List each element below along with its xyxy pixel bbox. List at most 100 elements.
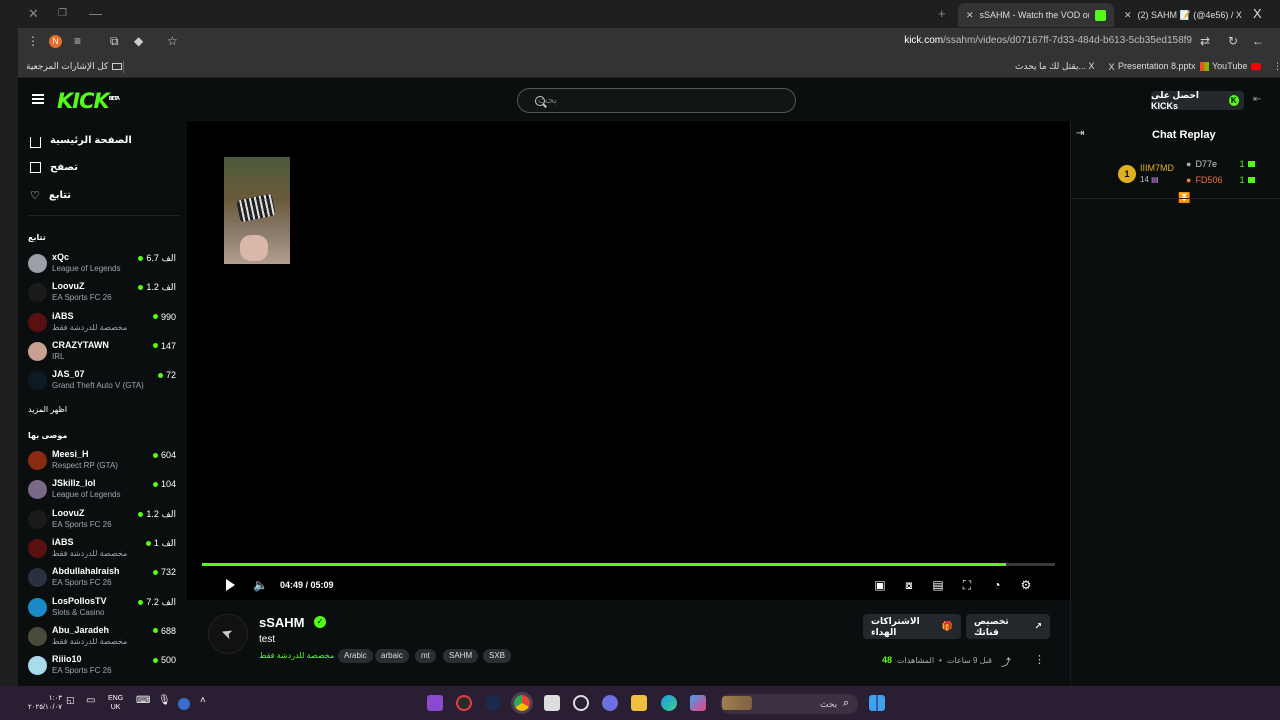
app-icon-davinci[interactable] bbox=[456, 695, 472, 711]
channel-row[interactable]: CRAZYTAWN IRL 147 bbox=[28, 340, 178, 366]
bookmark-all[interactable]: كل الإشارات المرجعية bbox=[26, 61, 123, 72]
taskbar-search-text: بحث bbox=[820, 699, 838, 709]
nav-browse[interactable]: تصفح bbox=[30, 162, 78, 173]
share-icon[interactable]: ⤴ bbox=[1001, 654, 1011, 669]
viewer-count: 72 bbox=[157, 370, 176, 380]
hamburger-menu-icon[interactable] bbox=[32, 94, 44, 104]
play-icon[interactable] bbox=[226, 579, 235, 591]
tag-chip[interactable]: SAHM bbox=[443, 649, 479, 663]
collapse-sidebar-icon[interactable]: ⇤ bbox=[1253, 94, 1261, 105]
video-player[interactable] bbox=[187, 121, 1070, 600]
viewer-count-value: 7.2 الف bbox=[146, 596, 176, 607]
vod-category[interactable]: مخصصة للدردشة فقط bbox=[259, 651, 334, 660]
channel-row[interactable]: Riiio10 EA Sports FC 26 500 bbox=[28, 654, 178, 680]
leaderboard-top-gifter[interactable]: 1 IIIM7MD 14 ▤ bbox=[1118, 163, 1174, 184]
channel-row[interactable]: Abdullahalraish EA Sports FC 26 732 bbox=[28, 566, 178, 592]
taskbar-clock[interactable]: ١:٠٣ ٢٠٢٥/١٠/٠٧ bbox=[28, 694, 62, 712]
extensions-icon[interactable]: ⧉ bbox=[110, 34, 119, 49]
back-icon[interactable]: ← bbox=[1252, 34, 1264, 48]
chat-collapse-icon[interactable]: ⇥ bbox=[1076, 128, 1088, 139]
tab-kick-vod[interactable]: ✕ sSAHM - Watch the VOD on Ki... bbox=[958, 3, 1114, 27]
settings-icon[interactable] bbox=[573, 695, 589, 711]
close-tab-icon[interactable]: ✕ bbox=[966, 10, 974, 21]
close-tab-icon[interactable]: ✕ bbox=[1124, 10, 1132, 21]
leaderboard-entry[interactable]: ● D77e 1 bbox=[1186, 159, 1256, 169]
tag-chip[interactable]: Arabic bbox=[338, 649, 373, 663]
edge-icon[interactable] bbox=[661, 695, 677, 711]
bookmark-star-icon[interactable]: ☆ bbox=[167, 34, 178, 48]
bookmarks-more-icon[interactable]: ⋮ bbox=[1273, 61, 1280, 72]
channel-row[interactable]: iABS مخصصة للدردشة فقط 990 bbox=[28, 311, 178, 337]
restore-window-icon[interactable]: ❐ bbox=[58, 8, 67, 19]
mic-icon[interactable]: 🎙 bbox=[158, 695, 174, 711]
streamer-name[interactable]: sSAHM bbox=[259, 615, 305, 630]
minimize-window-icon[interactable]: — bbox=[89, 6, 102, 21]
live-dot-icon bbox=[152, 657, 158, 663]
profile-avatar[interactable]: N bbox=[49, 35, 62, 48]
tag-chip[interactable]: arbaic bbox=[375, 649, 409, 663]
channel-row[interactable]: Abu_Jaradeh مخصصة للدردشة فقط 688 bbox=[28, 625, 178, 651]
site-settings-icon[interactable]: ⇄ bbox=[1200, 34, 1210, 48]
pip-icon[interactable]: ▣ bbox=[873, 578, 887, 592]
windows-start-icon[interactable] bbox=[869, 695, 885, 711]
tag-chip[interactable]: mt bbox=[415, 649, 436, 663]
customize-channel-button[interactable]: تخصيص قناتك ↗ bbox=[966, 614, 1050, 639]
bookmark-x-post[interactable]: يقتل لك ما يحدث... X X bbox=[1015, 61, 1115, 72]
progress-bar[interactable] bbox=[202, 563, 1055, 566]
meta-dot: • bbox=[939, 655, 942, 665]
new-tab-icon[interactable]: + bbox=[938, 6, 946, 21]
gift-subs-button[interactable]: الاشتراكات الهداء 🎁 bbox=[863, 614, 961, 639]
tag-chip[interactable]: SXB bbox=[483, 649, 512, 663]
theater-mode-icon[interactable]: ▤ bbox=[931, 578, 945, 592]
url-text[interactable]: kick.com/ssahm/videos/d07167ff-7d33-484d… bbox=[904, 35, 1192, 46]
search-input[interactable] bbox=[538, 95, 738, 106]
onedrive-icon[interactable] bbox=[178, 698, 190, 710]
nav-following[interactable]: ♡ تتابع bbox=[30, 189, 71, 202]
search-box[interactable] bbox=[517, 88, 796, 113]
reload-icon[interactable]: ↻ bbox=[1228, 34, 1238, 48]
kick-logo[interactable]: KICKBETA bbox=[57, 89, 120, 113]
show-more-link[interactable]: اظهر المزيد bbox=[28, 405, 67, 414]
clip-icon[interactable]: ⧇ bbox=[902, 578, 916, 592]
more-options-icon[interactable]: ⋮ bbox=[1034, 653, 1045, 666]
chrome-icon[interactable] bbox=[511, 692, 533, 714]
fullscreen-icon[interactable]: ⛶ bbox=[960, 578, 974, 592]
channel-row[interactable]: JAS_07 Grand Theft Auto V (GTA) 72 bbox=[28, 369, 178, 395]
tab-x[interactable]: ✕ (2) SAHM 📝 (@4e56) / X bbox=[1116, 3, 1242, 27]
settings-gear-icon[interactable]: ⚙ bbox=[1019, 578, 1033, 592]
file-explorer-icon[interactable] bbox=[631, 695, 647, 711]
channel-row[interactable]: LoovuZ EA Sports FC 26 1.2 الف bbox=[28, 508, 178, 534]
menu-dots-icon[interactable]: ⋮ bbox=[27, 34, 39, 48]
close-window-icon[interactable]: ✕ bbox=[28, 6, 39, 22]
leaderboard-entry[interactable]: ● FD506 1 bbox=[1186, 175, 1256, 185]
copilot-icon[interactable] bbox=[690, 695, 706, 711]
get-kicks-button[interactable]: احصل على KICKs K bbox=[1151, 90, 1244, 111]
notification-icon[interactable]: ◱ bbox=[66, 695, 82, 711]
channel-row[interactable]: JSkillz_lol League of Legends 104 bbox=[28, 478, 178, 504]
home-icon bbox=[30, 137, 41, 148]
keyboard-icon[interactable]: ⌨ bbox=[136, 695, 152, 711]
channel-row[interactable]: iABS مخصصة للدردشة فقط 1 الف bbox=[28, 537, 178, 563]
bookmark-youtube[interactable]: YouTube bbox=[1212, 61, 1262, 71]
channel-row[interactable]: LoovuZ EA Sports FC 26 1.2 الف bbox=[28, 281, 178, 307]
volume-icon[interactable]: 🔈 bbox=[253, 578, 268, 592]
channel-row[interactable]: Meesi_H Respect RP (GTA) 604 bbox=[28, 449, 178, 475]
playback-speed-icon[interactable]: ◔ bbox=[990, 578, 1004, 592]
app-icon-purple[interactable] bbox=[427, 695, 443, 711]
extension-puzzle-icon[interactable]: ◆ bbox=[134, 34, 143, 48]
channel-row[interactable]: LosPollosTV Slots & Casino 7.2 الف bbox=[28, 596, 178, 622]
nav-home[interactable]: الصفحة الرئيسية bbox=[30, 135, 132, 148]
reading-list-icon[interactable]: ≡ bbox=[74, 34, 81, 48]
video-info-panel bbox=[187, 600, 1070, 686]
battery-icon[interactable]: ▭ bbox=[86, 695, 102, 711]
language-indicator[interactable]: ENG UK bbox=[108, 694, 123, 712]
rank-badge-icon: 1 bbox=[1118, 164, 1136, 183]
streamer-avatar[interactable] bbox=[208, 614, 248, 654]
show-hidden-icons[interactable]: ˄ bbox=[200, 695, 216, 711]
store-icon[interactable] bbox=[544, 695, 560, 711]
discord-icon[interactable] bbox=[602, 695, 618, 711]
steam-icon[interactable] bbox=[485, 695, 501, 711]
bookmark-ppt[interactable]: Presentation 8.pptx bbox=[1118, 61, 1209, 71]
channel-category: EA Sports FC 26 bbox=[52, 578, 112, 588]
channel-row[interactable]: xQc League of Legends 6.7 الف bbox=[28, 252, 178, 278]
